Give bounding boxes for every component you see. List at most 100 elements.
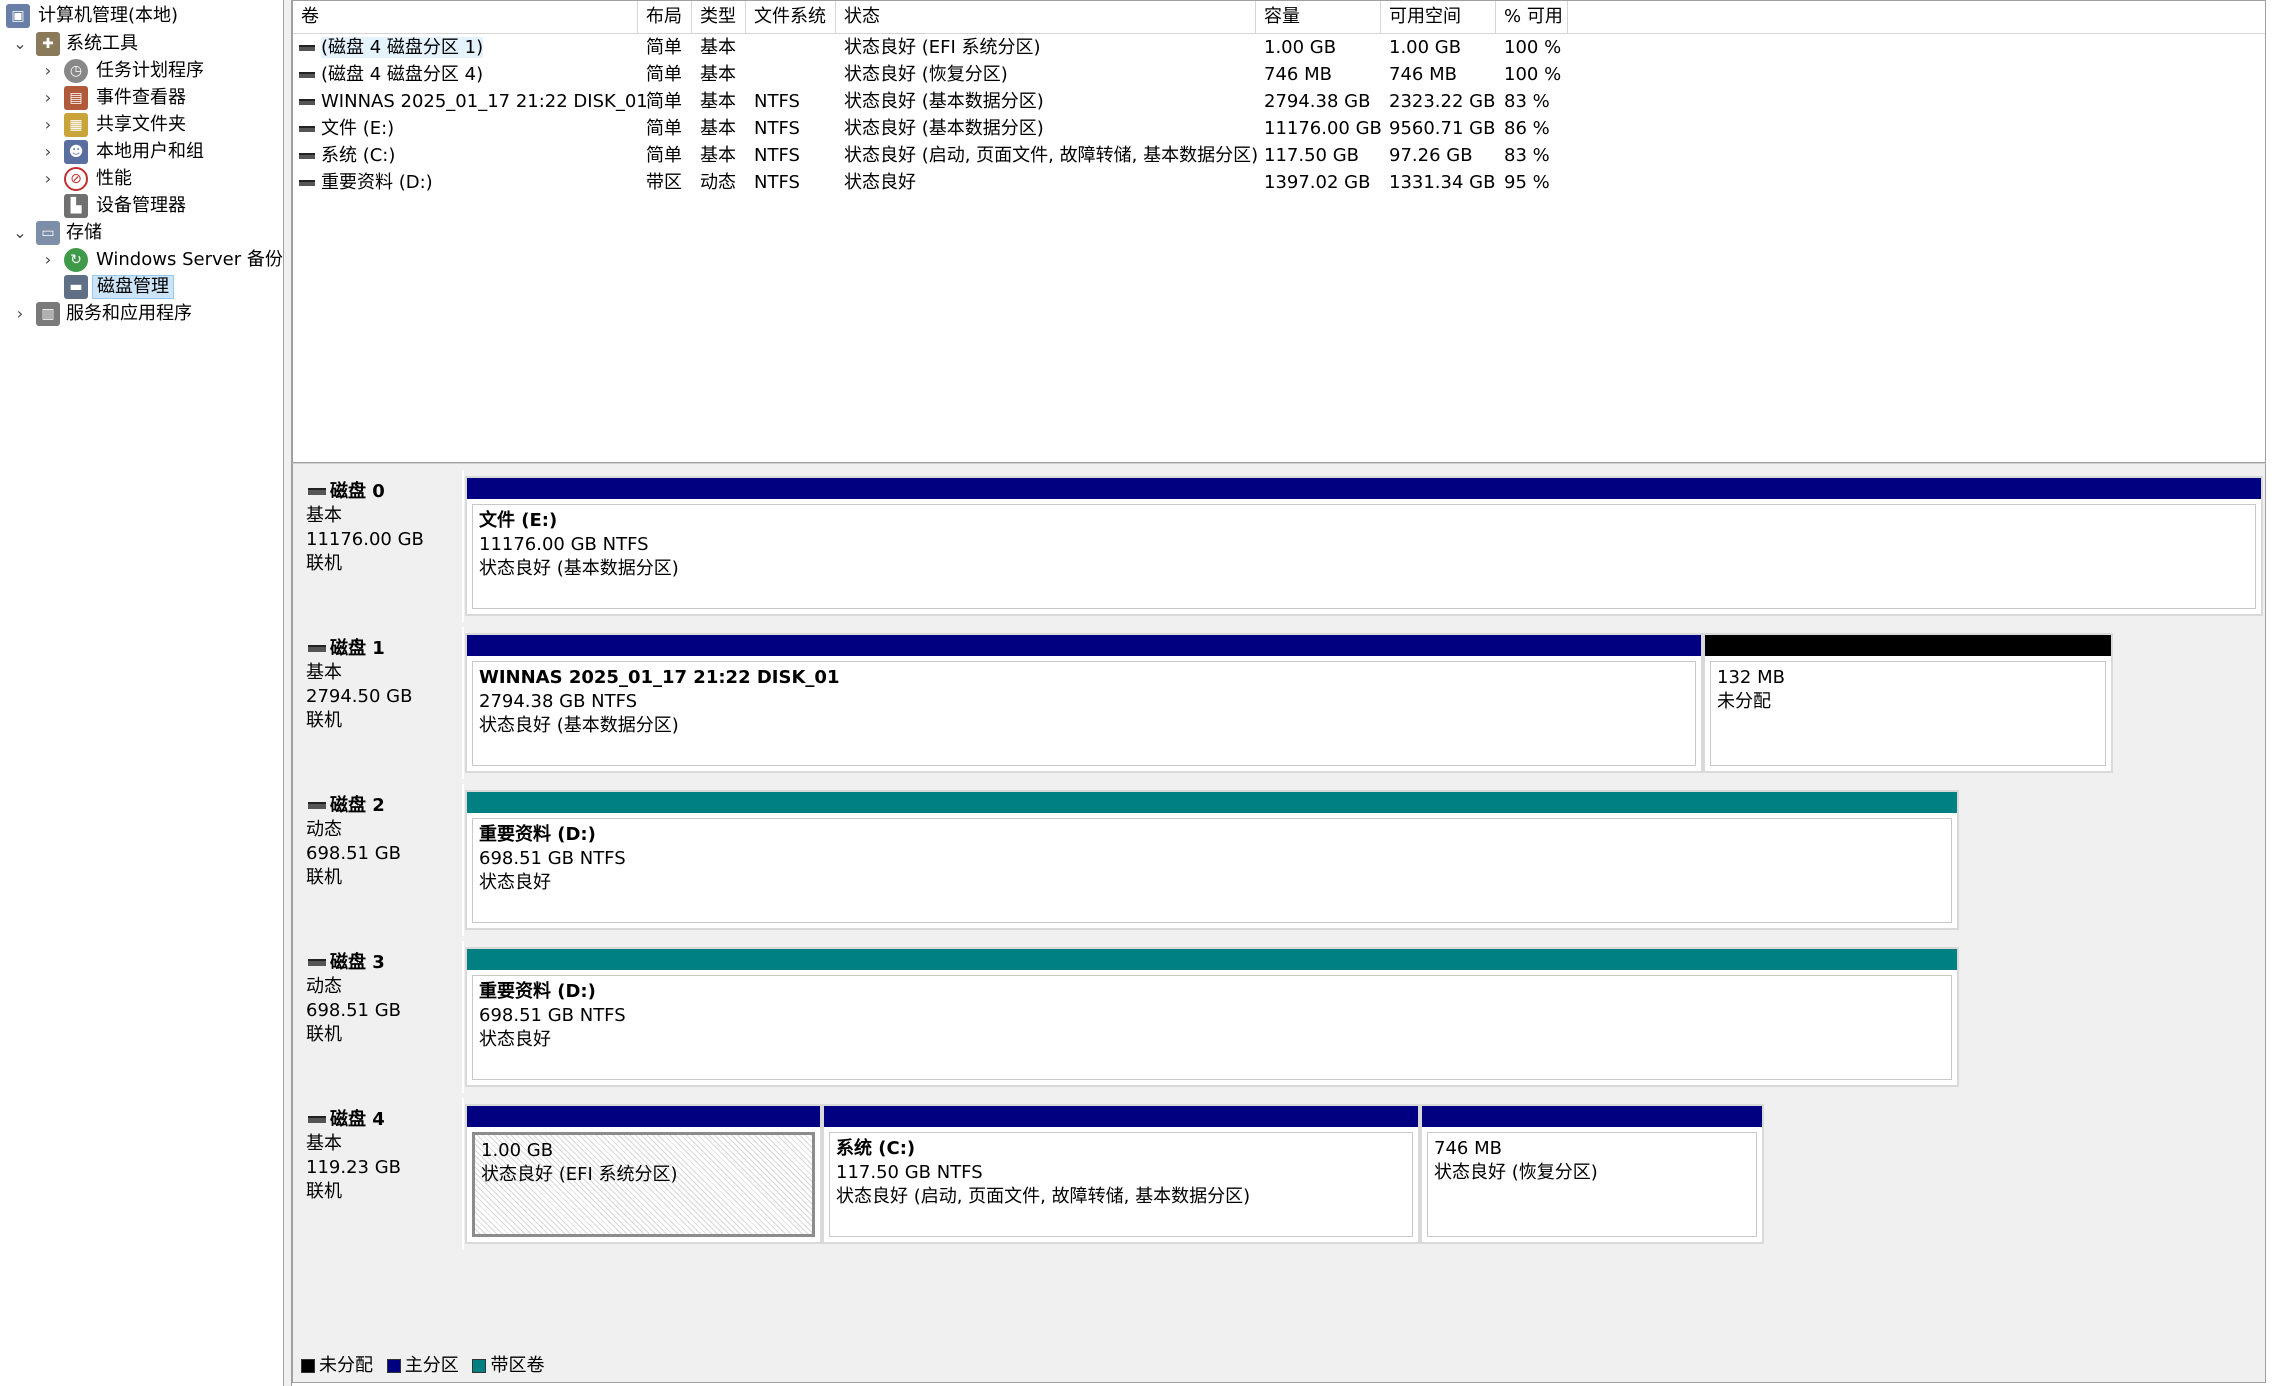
primary-partition-bar xyxy=(467,1106,820,1127)
column-header-capacity[interactable]: 容量 xyxy=(1256,1,1381,33)
disk-kind: 基本 xyxy=(306,1133,342,1154)
services-icon: ▥ xyxy=(36,302,60,326)
striped-volume-bar xyxy=(467,792,1957,813)
chevron-right-icon[interactable]: › xyxy=(12,301,28,327)
volume-percent-free: 83 % xyxy=(1504,145,1550,166)
disk-info[interactable]: 磁盘 0 基本 11176.00 GB 联机 xyxy=(293,470,464,622)
volume-name: (磁盘 4 磁盘分区 1) xyxy=(321,37,484,58)
pane-splitter[interactable] xyxy=(284,0,292,1386)
chevron-right-icon[interactable]: › xyxy=(40,85,56,111)
volume-filesystem: NTFS xyxy=(754,172,800,193)
disk-state: 联机 xyxy=(306,1181,342,1202)
disk-name: 磁盘 0 xyxy=(330,481,385,502)
volume-status: 状态良好 xyxy=(844,172,916,193)
striped-volume-bar xyxy=(467,949,1957,970)
legend-label: 带区卷 xyxy=(490,1355,545,1376)
volume-capacity: 117.50 GB xyxy=(1264,145,1360,166)
primary-swatch-icon xyxy=(386,1359,401,1373)
disk-size: 698.51 GB xyxy=(306,1000,402,1021)
table-row[interactable]: (磁盘 4 磁盘分区 4) 简单 基本 状态良好 (恢复分区) 746 MB 7… xyxy=(293,61,2265,88)
disk-info[interactable]: 磁盘 3 动态 698.51 GB 联机 xyxy=(293,941,464,1093)
chevron-right-icon[interactable]: › xyxy=(40,166,56,192)
partition-status: 状态良好 (启动, 页面文件, 故障转储, 基本数据分区) xyxy=(836,1186,1251,1207)
legend-item-primary: 主分区 xyxy=(386,1354,459,1378)
table-row[interactable]: 重要资料 (D:) 带区 动态 NTFS 状态良好 1397.02 GB 133… xyxy=(293,169,2265,196)
column-header-filesystem[interactable]: 文件系统 xyxy=(746,1,836,33)
volume-layout: 带区 xyxy=(646,172,682,193)
chevron-down-icon[interactable]: ⌄ xyxy=(12,31,28,57)
partition-block[interactable]: WINNAS 2025_01_17 21:22 DISK_01 2794.38 … xyxy=(465,633,1703,773)
tree-item-label: 性能 xyxy=(96,168,132,189)
disk-name: 磁盘 4 xyxy=(330,1109,385,1130)
partition-status: 状态良好 (恢复分区) xyxy=(1434,1162,1598,1183)
table-row[interactable]: (磁盘 4 磁盘分区 1) 简单 基本 状态良好 (EFI 系统分区) 1.00… xyxy=(293,34,2265,61)
partition-block[interactable]: 文件 (E:) 11176.00 GB NTFS 状态良好 (基本数据分区) xyxy=(465,476,2263,616)
partition-block[interactable]: 746 MB 状态良好 (恢复分区) xyxy=(1420,1104,1764,1244)
column-header-free-space[interactable]: 可用空间 xyxy=(1381,1,1496,33)
column-header-status[interactable]: 状态 xyxy=(836,1,1256,33)
tree-item-label: 本地用户和组 xyxy=(96,141,204,162)
volume-free-space: 97.26 GB xyxy=(1389,145,1473,166)
volume-layout: 简单 xyxy=(646,145,682,166)
volume-status: 状态良好 (EFI 系统分区) xyxy=(844,37,1041,58)
partition-block[interactable]: 重要资料 (D:) 698.51 GB NTFS 状态良好 xyxy=(465,947,1959,1087)
volume-percent-free: 100 % xyxy=(1504,37,1562,58)
tree-item-label: 系统工具 xyxy=(66,33,138,54)
volume-capacity: 1397.02 GB xyxy=(1264,172,1371,193)
tree-item-label: Windows Server 备份 xyxy=(96,249,283,270)
volume-percent-free: 95 % xyxy=(1504,172,1550,193)
volume-name: (磁盘 4 磁盘分区 4) xyxy=(321,64,484,85)
disk-info[interactable]: 磁盘 4 基本 119.23 GB 联机 xyxy=(293,1098,464,1250)
volume-layout: 简单 xyxy=(646,91,682,112)
disk-row-0: 磁盘 0 基本 11176.00 GB 联机 文件 (E:) 11176.00 … xyxy=(293,470,2267,622)
column-header-layout[interactable]: 布局 xyxy=(638,1,692,33)
disk-kind: 基本 xyxy=(306,505,342,526)
volume-layout: 简单 xyxy=(646,118,682,139)
device-manager-icon: ▙ xyxy=(64,194,88,218)
disk-management-icon: ▬ xyxy=(64,275,88,299)
volume-layout: 简单 xyxy=(646,37,682,58)
volume-free-space: 9560.71 GB xyxy=(1389,118,1496,139)
chevron-down-icon[interactable]: ⌄ xyxy=(12,220,28,246)
unallocated-block[interactable]: 132 MB 未分配 xyxy=(1703,633,2113,773)
partition-block[interactable]: 重要资料 (D:) 698.51 GB NTFS 状态良好 xyxy=(465,790,1959,930)
chevron-right-icon[interactable]: › xyxy=(40,247,56,273)
column-header-percent-free[interactable]: % 可用 xyxy=(1496,1,1568,33)
disk-kind: 动态 xyxy=(306,819,342,840)
tree-item-label: 任务计划程序 xyxy=(96,60,204,81)
partition-title: WINNAS 2025_01_17 21:22 DISK_01 xyxy=(479,667,840,688)
column-header-volume[interactable]: 卷 xyxy=(293,1,638,33)
volume-type: 基本 xyxy=(700,118,736,139)
volume-icon xyxy=(299,180,315,186)
table-row[interactable]: 文件 (E:) 简单 基本 NTFS 状态良好 (基本数据分区) 11176.0… xyxy=(293,115,2265,142)
chevron-right-icon[interactable]: › xyxy=(40,58,56,84)
table-row[interactable]: 系统 (C:) 简单 基本 NTFS 状态良好 (启动, 页面文件, 故障转储,… xyxy=(293,142,2265,169)
volume-status: 状态良好 (基本数据分区) xyxy=(844,91,1044,112)
tree-item-label: 存储 xyxy=(66,222,102,243)
volume-filesystem: NTFS xyxy=(754,91,800,112)
clock-icon: ◷ xyxy=(64,59,88,83)
legend: 未分配 主分区 带区卷 xyxy=(301,1354,552,1378)
disk-icon xyxy=(308,645,326,652)
volume-percent-free: 100 % xyxy=(1504,64,1562,85)
partition-status: 状态良好 (基本数据分区) xyxy=(479,715,679,736)
storage-icon: ▭ xyxy=(36,221,60,245)
disk-state: 联机 xyxy=(306,710,342,731)
disk-row-1: 磁盘 1 基本 2794.50 GB 联机 WINNAS 2025_01_17 … xyxy=(293,627,2267,779)
partition-block-efi[interactable]: 1.00 GB 状态良好 (EFI 系统分区) xyxy=(465,1104,822,1244)
chevron-right-icon[interactable]: › xyxy=(40,139,56,165)
volume-free-space: 746 MB xyxy=(1389,64,1457,85)
primary-partition-bar xyxy=(824,1106,1418,1127)
volume-free-space: 2323.22 GB xyxy=(1389,91,1496,112)
column-header-type[interactable]: 类型 xyxy=(692,1,746,33)
disk-icon xyxy=(308,1116,326,1123)
partition-block[interactable]: 系统 (C:) 117.50 GB NTFS 状态良好 (启动, 页面文件, 故… xyxy=(822,1104,1420,1244)
volume-type: 动态 xyxy=(700,172,736,193)
disk-info[interactable]: 磁盘 1 基本 2794.50 GB 联机 xyxy=(293,627,464,779)
disk-info[interactable]: 磁盘 2 动态 698.51 GB 联机 xyxy=(293,784,464,936)
chevron-right-icon[interactable]: › xyxy=(40,112,56,138)
disk-state: 联机 xyxy=(306,867,342,888)
striped-swatch-icon xyxy=(472,1359,487,1373)
legend-item-striped: 带区卷 xyxy=(472,1354,544,1378)
table-row[interactable]: WINNAS 2025_01_17 21:22 DISK_01 简单 基本 NT… xyxy=(293,88,2265,115)
